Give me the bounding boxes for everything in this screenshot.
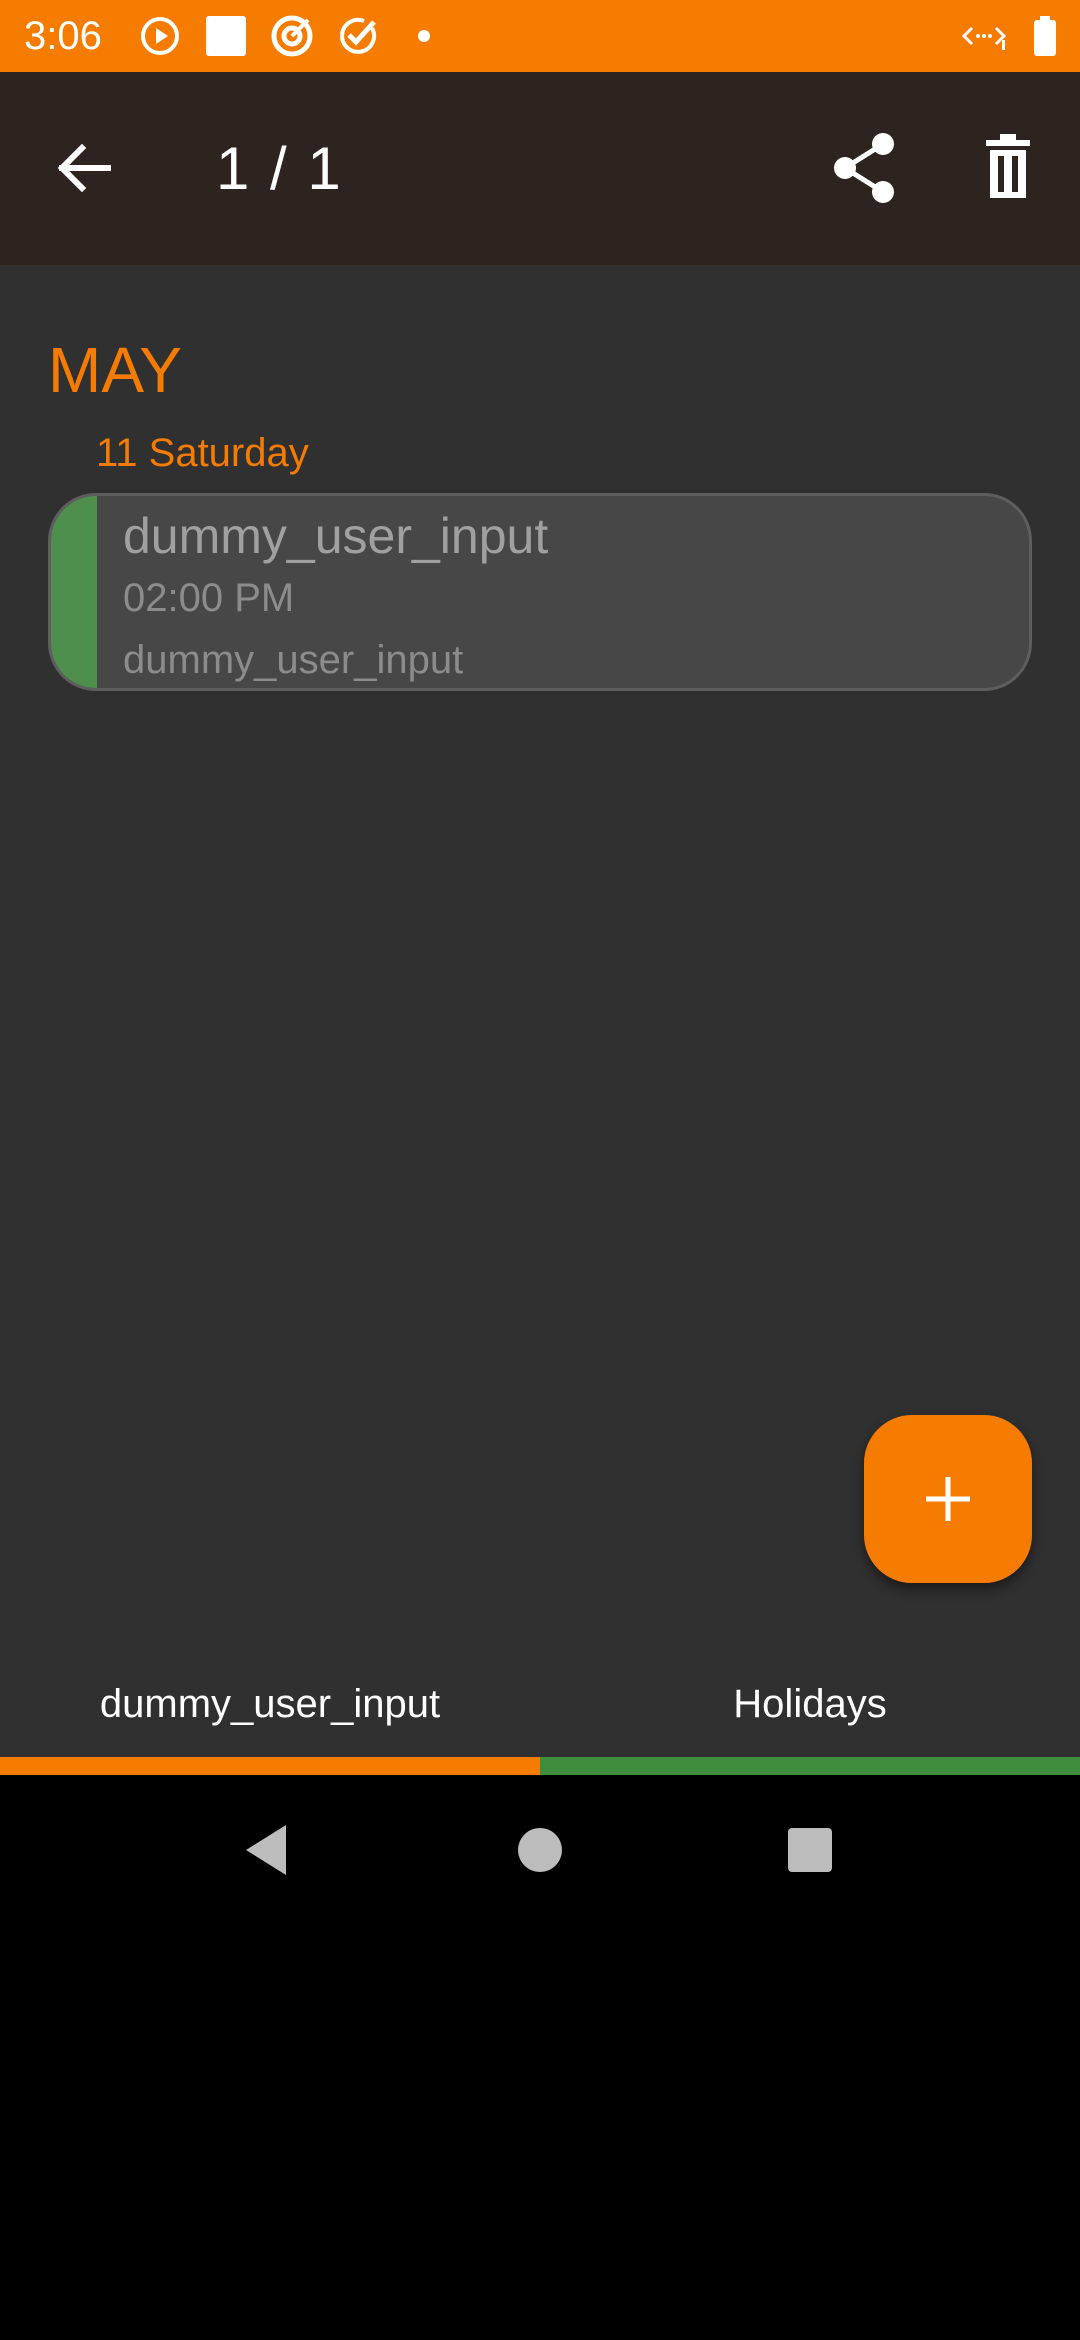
tab-holidays[interactable]: Holidays bbox=[540, 1640, 1080, 1775]
day-header: 11 Saturday bbox=[96, 431, 309, 475]
target-icon bbox=[270, 14, 314, 58]
month-header: MAY bbox=[48, 334, 182, 406]
tab-label: dummy_user_input bbox=[99, 1682, 441, 1726]
event-color-bar bbox=[51, 496, 97, 688]
back-triangle-icon bbox=[246, 1825, 286, 1875]
arrow-left-icon bbox=[57, 143, 111, 193]
status-bar: 3:06 bbox=[0, 0, 1080, 72]
event-card[interactable]: dummy_user_input 02:00 PM dummy_user_inp… bbox=[48, 493, 1032, 691]
tab-indicator bbox=[540, 1757, 1080, 1775]
agenda-content: MAY 11 Saturday dummy_user_input 02:00 P… bbox=[0, 265, 1080, 1775]
share-icon bbox=[834, 133, 894, 203]
square-notification-icon bbox=[204, 14, 248, 58]
system-nav-bar bbox=[0, 1775, 1080, 1920]
nav-back-button[interactable] bbox=[222, 1805, 312, 1895]
event-time: 02:00 PM bbox=[123, 576, 295, 620]
battery-icon bbox=[1024, 14, 1068, 58]
delete-button[interactable] bbox=[960, 120, 1056, 216]
back-button[interactable] bbox=[36, 120, 132, 216]
page-title: 1 / 1 bbox=[216, 135, 343, 202]
recents-square-icon bbox=[788, 1828, 832, 1872]
tab-label: Holidays bbox=[733, 1682, 887, 1726]
toolbar: 1 / 1 bbox=[0, 72, 1080, 265]
dot-icon bbox=[402, 14, 446, 58]
plus-icon bbox=[926, 1477, 970, 1521]
tab-indicator bbox=[0, 1757, 540, 1775]
network-icon bbox=[962, 14, 1006, 58]
nav-home-button[interactable] bbox=[495, 1805, 585, 1895]
add-event-button[interactable] bbox=[864, 1415, 1032, 1583]
status-time: 3:06 bbox=[24, 14, 102, 58]
tab-dummy-user-input[interactable]: dummy_user_input bbox=[0, 1640, 540, 1775]
check-circle-icon bbox=[336, 14, 380, 58]
nav-recents-button[interactable] bbox=[765, 1805, 855, 1895]
home-circle-icon bbox=[518, 1828, 562, 1872]
event-title: dummy_user_input bbox=[123, 508, 549, 564]
play-circle-icon bbox=[138, 14, 182, 58]
trash-icon bbox=[986, 134, 1030, 198]
event-description: dummy_user_input bbox=[123, 638, 464, 682]
share-button[interactable] bbox=[816, 120, 912, 216]
